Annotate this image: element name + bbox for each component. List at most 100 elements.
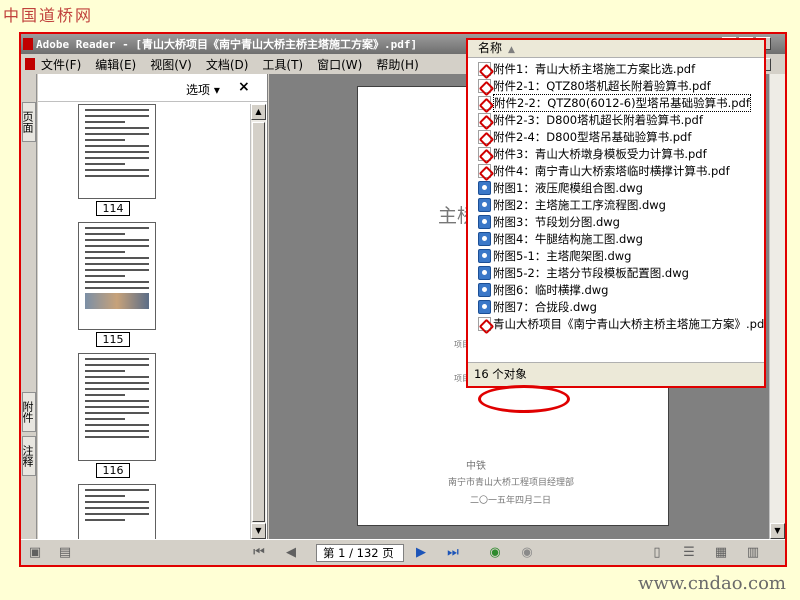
file-name: 附图7：合拢段.dwg (493, 299, 597, 314)
file-list-item[interactable]: 附件2-4：D800型塔吊基础验算书.pdf (478, 128, 764, 145)
file-list-item[interactable]: 附件2-2：QTZ80(6012-6)型塔吊基础验算书.pdf (478, 93, 764, 112)
page-thumbnail-116[interactable] (78, 353, 156, 461)
doc-line: 二〇一五年四月二日 (470, 496, 552, 506)
file-list-item[interactable]: 附件4：南宁青山大桥索塔临时横撑计算书.pdf (478, 162, 764, 179)
pdf-file-icon (478, 129, 491, 144)
dwg-file-icon (478, 282, 491, 297)
pdf-file-icon (478, 78, 491, 93)
menu-window[interactable]: 窗口(W) (317, 56, 362, 73)
go-back-icon[interactable]: ◉ (487, 545, 503, 561)
scroll-down-arrow-icon[interactable]: ▼ (251, 523, 266, 539)
options-dropdown[interactable]: 选项 ▾ (186, 81, 220, 98)
name-column-header[interactable]: 名称 ▲ (468, 40, 764, 58)
document-scrollbar[interactable]: ▼ (769, 74, 785, 539)
file-name: 附件4：南宁青山大桥索塔临时横撑计算书.pdf (493, 163, 730, 178)
file-list-item[interactable]: 附图4：牛腿结构施工图.dwg (478, 230, 764, 247)
adobe-reader-icon (23, 38, 33, 50)
menu-edit[interactable]: 编辑(E) (95, 56, 136, 73)
continuous-facing-view-icon[interactable]: ▥ (745, 545, 761, 561)
menu-document[interactable]: 文档(D) (206, 56, 249, 73)
pdf-file-icon (478, 163, 491, 178)
pdf-file-icon (478, 112, 491, 127)
doc-line: 中铁 (466, 461, 486, 472)
monitor-icon[interactable]: ▣ (27, 545, 43, 561)
file-name: 附件2-3：D800塔机超长附着验算书.pdf (493, 112, 703, 127)
menu-help[interactable]: 帮助(H) (376, 56, 418, 73)
page-thumbnail-115[interactable] (78, 222, 156, 330)
file-list-item[interactable]: 附图6：临时横撑.dwg (478, 281, 764, 298)
pdf-file-icon (478, 146, 491, 161)
dwg-file-icon (478, 265, 491, 280)
file-list-item[interactable]: 附图5-2：主塔分节段模板配置图.dwg (478, 264, 764, 281)
file-name: 附图6：临时横撑.dwg (493, 282, 609, 297)
page-number-input[interactable]: 第 1 / 132 页 (316, 544, 404, 562)
page-number-label: 114 (96, 201, 130, 216)
file-name: 附件2-4：D800型塔吊基础验算书.pdf (493, 129, 692, 144)
file-name: 附件2-2：QTZ80(6012-6)型塔吊基础验算书.pdf (493, 93, 751, 112)
page-thumbnail-117[interactable] (78, 484, 156, 539)
object-count-status: 16 个对象 (468, 362, 764, 386)
file-list-item[interactable]: 附件2-3：D800塔机超长附着验算书.pdf (478, 111, 764, 128)
file-name: 附图1：液压爬模组合图.dwg (493, 180, 643, 195)
first-page-icon[interactable]: ⏮ (251, 545, 267, 561)
continuous-view-icon[interactable]: ☰ (681, 545, 697, 561)
scroll-thumb[interactable] (252, 122, 265, 522)
document-icon[interactable]: ▤ (57, 545, 73, 561)
pages-panel: 选项 ▾ × 114 115 116 ▲ ▼ (38, 74, 268, 539)
file-list-item[interactable]: 附图5-1：主塔爬架图.dwg (478, 247, 764, 264)
watermark-top: 中国道桥网 (3, 6, 94, 25)
file-name: 附件2-1：QTZ80塔机超长附着验算书.pdf (493, 78, 711, 93)
dwg-file-icon (478, 299, 491, 314)
page-thumbnails: 114 115 116 (38, 104, 250, 539)
highlight-ellipse (478, 385, 570, 413)
file-name: 附图5-2：主塔分节段模板配置图.dwg (493, 265, 689, 280)
menu-view[interactable]: 视图(V) (150, 56, 192, 73)
sort-ascending-icon: ▲ (508, 45, 515, 55)
file-list-item[interactable]: 附件2-1：QTZ80塔机超长附着验算书.pdf (478, 77, 764, 94)
previous-page-icon[interactable]: ◀ (283, 545, 299, 561)
tab-pages[interactable]: 页面 (21, 102, 36, 142)
file-name: 附图4：牛腿结构施工图.dwg (493, 231, 643, 246)
watermark-bottom: www.cndao.com (638, 573, 786, 594)
doc-line: 南宁市青山大桥工程项目经理部 (448, 478, 575, 488)
file-list-item[interactable]: 附图2：主塔施工工序流程图.dwg (478, 196, 764, 213)
bottom-toolbar: ▣ ▤ ⏮ ◀ 第 1 / 132 页 ▶ ⏭ ◉ ◉ ▯ ☰ ▦ ▥ (21, 539, 785, 565)
page-thumbnail-114[interactable] (78, 104, 156, 199)
next-page-icon[interactable]: ▶ (413, 545, 429, 561)
pdf-file-icon (478, 61, 491, 76)
pdf-document-icon (25, 58, 35, 70)
tab-comments[interactable]: 注释 (21, 436, 36, 476)
dwg-file-icon (478, 248, 491, 263)
tab-attachments[interactable]: 附件 (21, 392, 36, 432)
single-page-view-icon[interactable]: ▯ (649, 545, 665, 561)
file-list: 附件1：青山大桥主塔施工方案比选.pdf 附件2-1：QTZ80塔机超长附着验算书… (468, 58, 764, 332)
file-name: 青山大桥项目《南宁青山大桥主桥主塔施工方案》.pdf (493, 316, 766, 331)
window-title: Adobe Reader - [青山大桥项目《南宁青山大桥主桥主塔施工方案》.p… (36, 38, 418, 51)
file-list-item[interactable]: 附图1：液压爬模组合图.dwg (478, 179, 764, 196)
file-list-item[interactable]: 附件3：青山大桥墩身模板受力计算书.pdf (478, 145, 764, 162)
file-name: 附图2：主塔施工工序流程图.dwg (493, 197, 666, 212)
file-name: 附件3：青山大桥墩身模板受力计算书.pdf (493, 146, 707, 161)
scroll-down-arrow-icon[interactable]: ▼ (770, 523, 785, 539)
dwg-file-icon (478, 197, 491, 212)
go-forward-icon[interactable]: ◉ (519, 545, 535, 561)
file-name: 附图5-1：主塔爬架图.dwg (493, 248, 632, 263)
file-list-item[interactable]: 青山大桥项目《南宁青山大桥主桥主塔施工方案》.pdf (478, 315, 764, 332)
navigation-tabs: 页面 附件 注释 (21, 74, 37, 539)
dwg-file-icon (478, 214, 491, 229)
attachments-list-window: 名称 ▲ 附件1：青山大桥主塔施工方案比选.pdf 附件2-1：QTZ80塔机超长附… (466, 38, 766, 388)
facing-view-icon[interactable]: ▦ (713, 545, 729, 561)
close-panel-icon[interactable]: × (238, 79, 250, 95)
scroll-up-arrow-icon[interactable]: ▲ (251, 104, 266, 120)
file-name: 附件1：青山大桥主塔施工方案比选.pdf (493, 61, 696, 76)
file-name: 附图3：节段划分图.dwg (493, 214, 620, 229)
menu-tools[interactable]: 工具(T) (262, 56, 303, 73)
dwg-file-icon (478, 231, 491, 246)
file-list-item[interactable]: 附图3：节段划分图.dwg (478, 213, 764, 230)
file-list-item[interactable]: 附图7：合拢段.dwg (478, 298, 764, 315)
menu-file[interactable]: 文件(F) (41, 56, 81, 73)
file-list-item[interactable]: 附件1：青山大桥主塔施工方案比选.pdf (478, 60, 764, 77)
last-page-icon[interactable]: ⏭ (445, 545, 461, 561)
thumbnails-scrollbar[interactable]: ▲ ▼ (250, 104, 266, 539)
pdf-file-icon (478, 316, 491, 331)
